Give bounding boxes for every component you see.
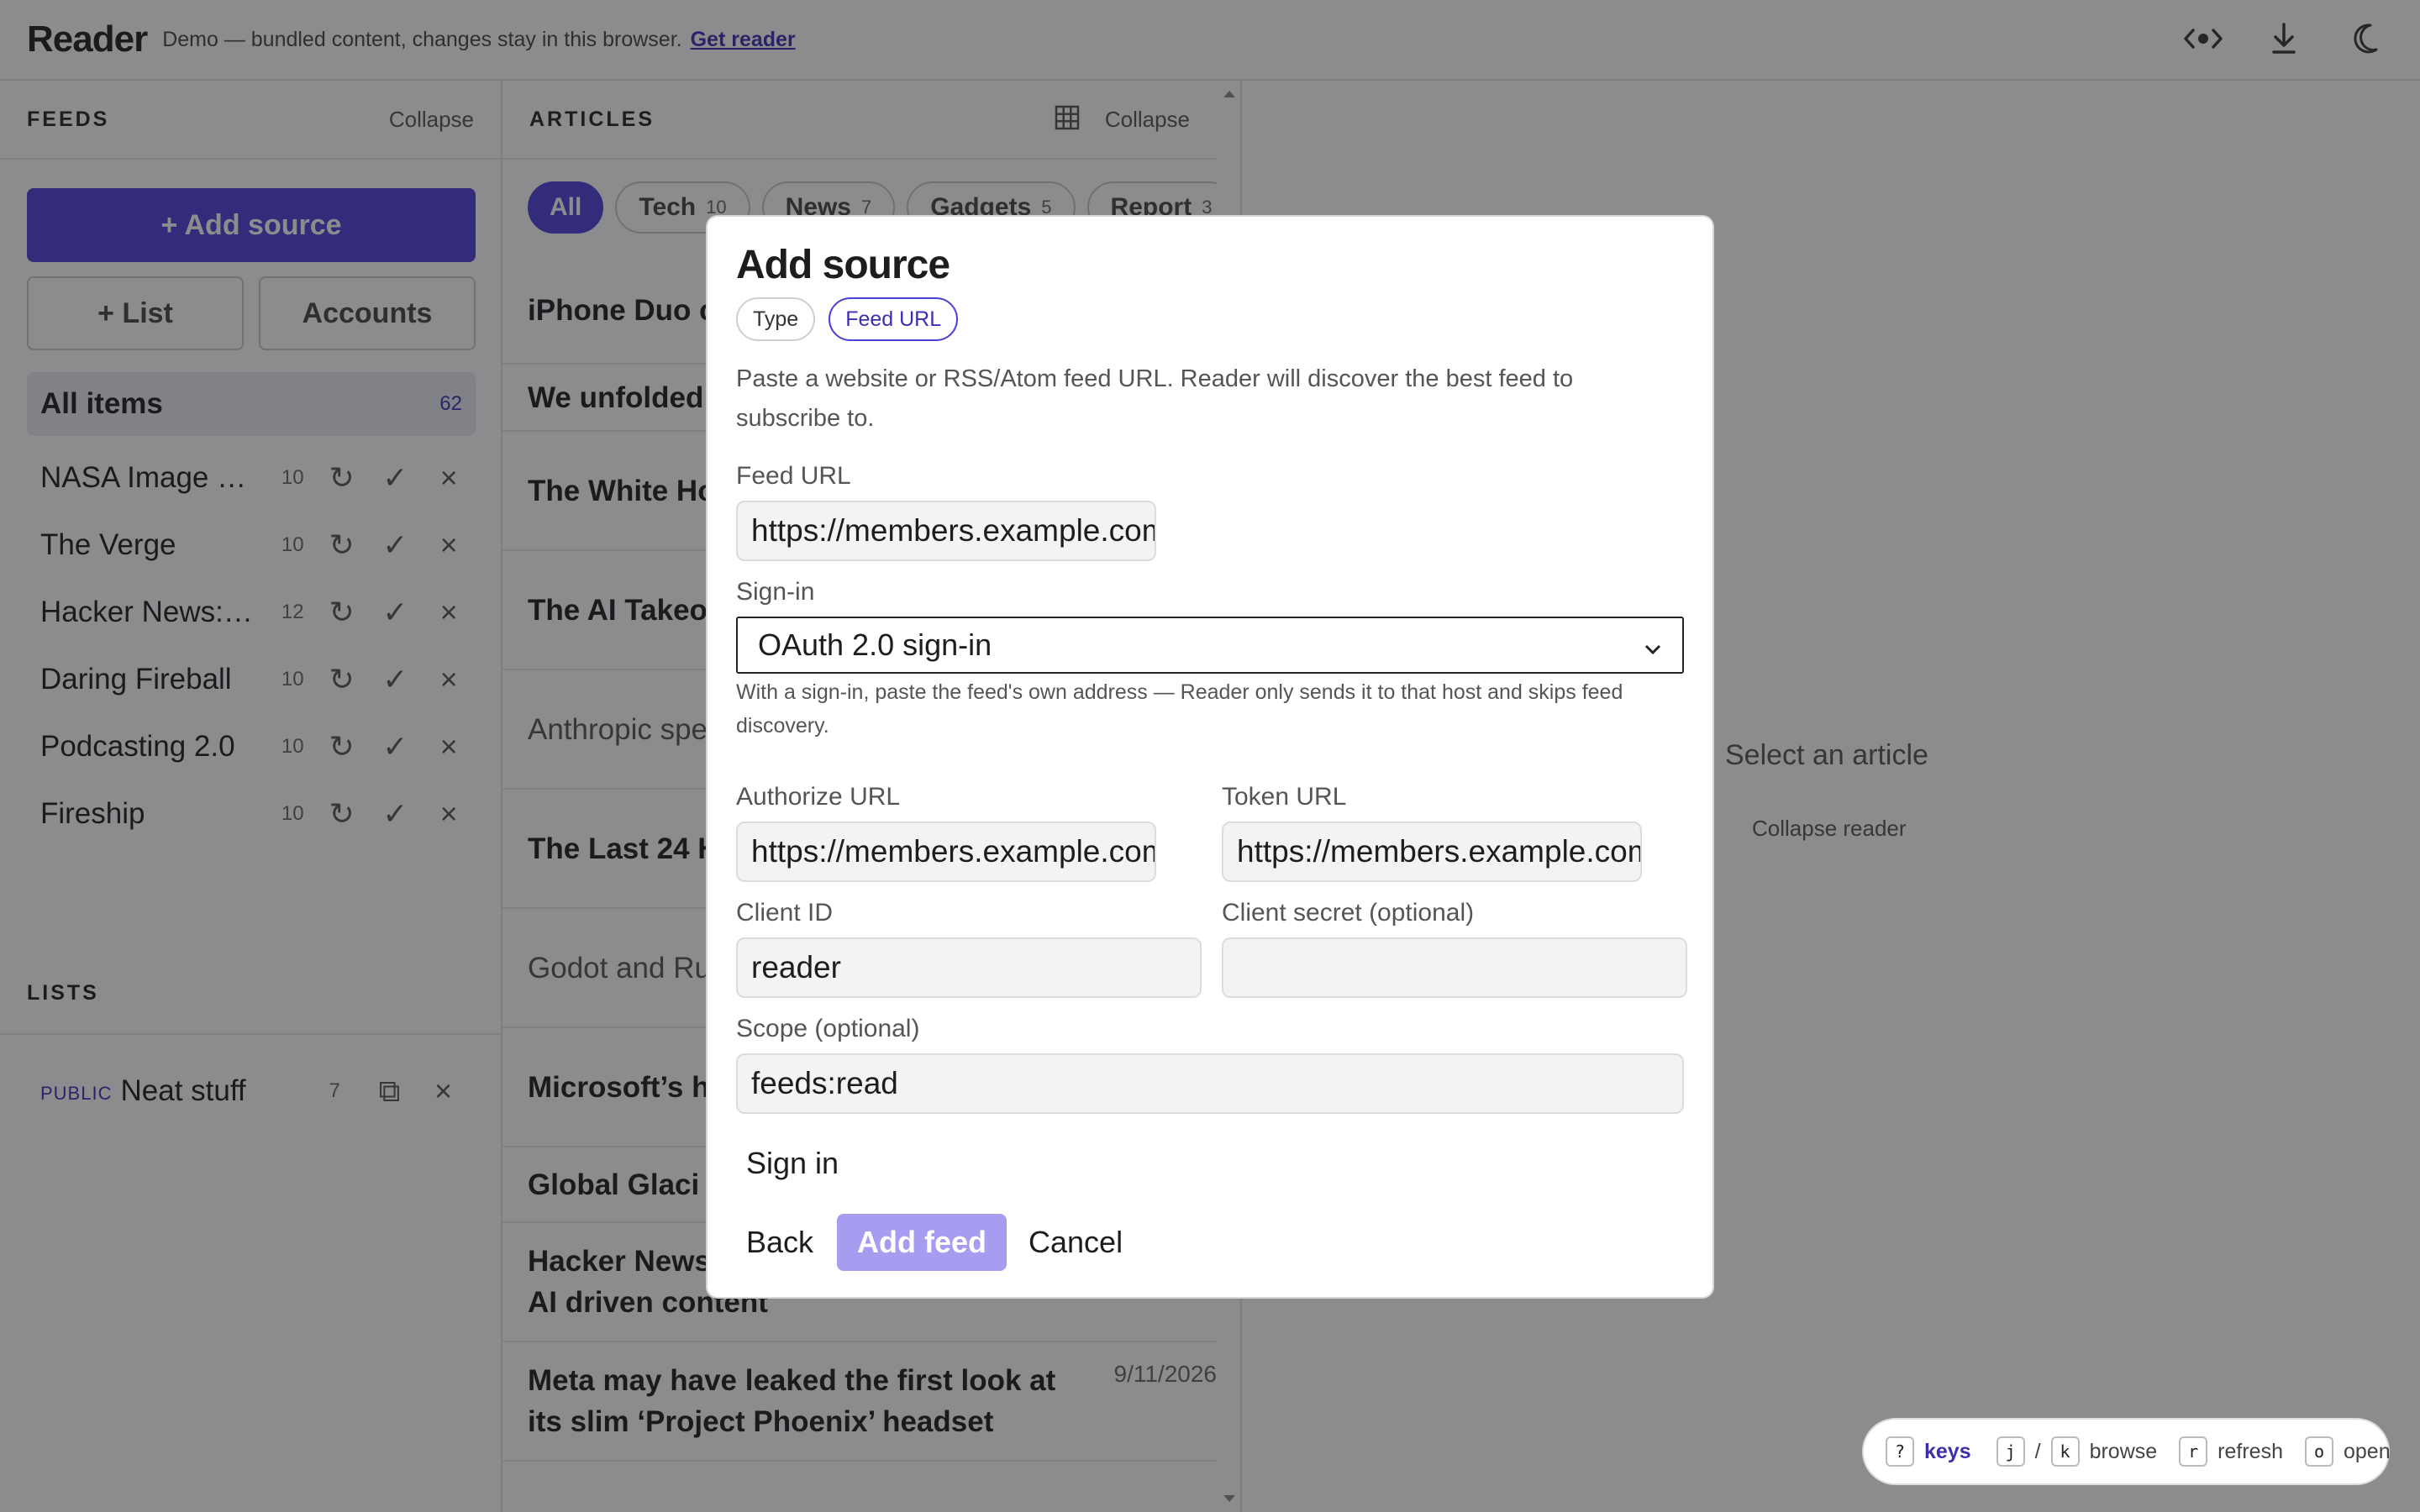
signin-hint: With a sign-in, paste the feed's own add… [736, 680, 1623, 738]
dialog-description: Paste a website or RSS/Atom feed URL. Re… [736, 365, 1574, 432]
signin-label: Sign-in [736, 578, 815, 606]
scope-input[interactable]: feeds:read [736, 1053, 1684, 1114]
authorize-url-input[interactable]: https://members.example.com [736, 822, 1156, 882]
key-j: j [1996, 1436, 2025, 1467]
feed-url-input[interactable]: https://members.example.com [736, 501, 1156, 561]
feed-url-label: Feed URL [736, 462, 851, 490]
refresh-hint: refresh [2217, 1439, 2283, 1463]
token-url-input[interactable]: https://members.example.com [1222, 822, 1642, 882]
back-button[interactable]: Back [746, 1225, 813, 1260]
dialog-title: Add source [736, 243, 950, 287]
scope-label: Scope (optional) [736, 1015, 920, 1042]
client-secret-label: Client secret (optional) [1222, 899, 1475, 927]
authorize-url-label: Authorize URL [736, 783, 901, 811]
keys-link[interactable]: keys [1924, 1440, 1971, 1464]
key-question: ? [1886, 1436, 1914, 1467]
app: Reader Demo — bundled content, changes s… [0, 0, 2420, 1512]
key-r: r [2179, 1436, 2208, 1467]
signin-select[interactable]: OAuth 2.0 sign-in [736, 617, 1684, 674]
add-source-dialog: Add source Type Feed URL Paste a website… [706, 215, 1714, 1299]
sign-in-button[interactable]: Sign in [746, 1146, 839, 1181]
browse-hint: browse [2089, 1439, 2158, 1463]
key-separator: / [2034, 1439, 2041, 1463]
chevron-down-icon [1644, 627, 1662, 663]
open-hint: open [2343, 1439, 2391, 1463]
client-id-input[interactable]: reader [736, 937, 1202, 998]
add-feed-button[interactable]: Add feed [837, 1214, 1007, 1271]
cancel-button[interactable]: Cancel [1028, 1225, 1123, 1260]
key-o: o [2304, 1436, 2333, 1467]
dialog-steps: Type Feed URL [736, 297, 959, 341]
client-id-label: Client ID [736, 899, 834, 927]
keyboard-hints: ? keys j / k browse r refresh o open [1862, 1418, 2391, 1485]
step-feed-url[interactable]: Feed URL [829, 297, 959, 341]
key-k: k [2050, 1436, 2080, 1467]
signin-selected: OAuth 2.0 sign-in [758, 627, 992, 662]
token-url-label: Token URL [1222, 783, 1347, 811]
step-type[interactable]: Type [736, 297, 816, 341]
client-secret-input[interactable] [1222, 937, 1687, 998]
